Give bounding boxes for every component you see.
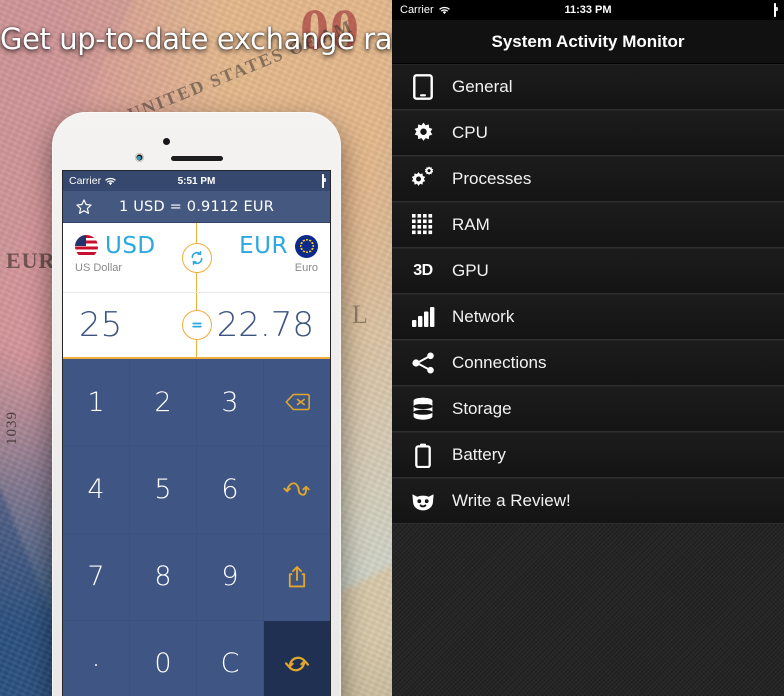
carrier-label: Carrier xyxy=(69,175,102,187)
earpiece-speaker xyxy=(170,156,223,161)
currency-from-name: US Dollar xyxy=(75,262,123,274)
battery-vertical-icon xyxy=(406,441,440,469)
3d-icon: 3D xyxy=(413,262,433,279)
currency-selector-row: USD US Dollar EUR Euro xyxy=(63,223,330,293)
battery-icon xyxy=(774,3,776,17)
currency-from[interactable]: USD US Dollar xyxy=(63,223,197,292)
proximity-sensor-icon xyxy=(134,153,144,162)
memory-grid-icon xyxy=(406,211,440,239)
device-icon xyxy=(406,73,440,101)
sidebar-item-gpu[interactable]: 3D GPU xyxy=(392,248,784,294)
page-title: System Activity Monitor xyxy=(392,20,784,64)
sidebar-item-battery[interactable]: Battery xyxy=(392,432,784,478)
swap-currencies-button[interactable] xyxy=(181,242,212,273)
sidebar-item-network[interactable]: Network xyxy=(392,294,784,340)
sidebar-item-label: General xyxy=(452,77,513,96)
gear-icon xyxy=(406,119,440,147)
key-0[interactable]: 0 xyxy=(130,620,196,696)
key-9[interactable]: 9 xyxy=(197,533,263,620)
share-key[interactable] xyxy=(264,533,330,620)
refresh-icon xyxy=(284,656,310,672)
key-6[interactable]: 6 xyxy=(197,446,263,533)
app-screen: Carrier 5:51 PM 1 USD = 0.9112 EUR USD U… xyxy=(62,170,331,696)
left-promo-panel: 00 UNITED STATES OF AM EUR 1039 L Get up… xyxy=(0,0,392,696)
battery-icon xyxy=(322,174,324,188)
sidebar-item-label: Storage xyxy=(452,399,512,418)
currency-to[interactable]: EUR Euro xyxy=(197,223,331,292)
sidebar-item-label: Battery xyxy=(452,445,506,464)
sidebar-item-label: CPU xyxy=(452,123,488,142)
share-nodes-icon xyxy=(406,349,440,377)
key-5[interactable]: 5 xyxy=(130,446,196,533)
eu-flag-icon xyxy=(295,234,318,258)
sidebar-item-cpu[interactable]: CPU xyxy=(392,110,784,156)
exchange-rate-bar: 1 USD = 0.9112 EUR xyxy=(63,191,330,223)
sidebar-item-label: RAM xyxy=(452,215,490,234)
key-7[interactable]: 7 xyxy=(63,533,129,620)
key-4[interactable]: 4 xyxy=(63,446,129,533)
equals-button[interactable] xyxy=(181,310,212,340)
amount-row: 25 22.78 xyxy=(63,293,330,359)
amount-result[interactable]: 22.78 xyxy=(197,293,331,357)
key-1[interactable]: 1 xyxy=(63,359,129,446)
status-clock: 11:33 PM xyxy=(564,4,612,16)
key-8[interactable]: 8 xyxy=(130,533,196,620)
sidebar-item-label: Connections xyxy=(452,353,547,372)
cat-face-icon xyxy=(406,487,440,515)
sidebar-item-label: GPU xyxy=(452,261,489,280)
key-decimal[interactable]: . xyxy=(63,620,129,696)
currency-to-code: EUR xyxy=(239,233,288,259)
sidebar-item-label: Write a Review! xyxy=(452,491,571,510)
sam-status-bar: Carrier 11:33 PM xyxy=(392,0,784,20)
currency-from-code: USD xyxy=(105,233,156,259)
key-2[interactable]: 2 xyxy=(130,359,196,446)
swap-values-key[interactable] xyxy=(264,446,330,533)
sidebar-item-label: Network xyxy=(452,307,515,326)
banknote-text-eur: EUR xyxy=(6,248,56,273)
key-3[interactable]: 3 xyxy=(197,359,263,446)
database-icon xyxy=(406,395,440,423)
swap-currencies-icon xyxy=(191,250,202,265)
sidebar-item-general[interactable]: General xyxy=(392,64,784,110)
refresh-rates-key[interactable] xyxy=(264,620,330,696)
favorite-star-icon[interactable] xyxy=(63,198,105,216)
promo-headline: Get up-to-date exchange rates xyxy=(0,22,392,56)
iphone-mockup: Carrier 5:51 PM 1 USD = 0.9112 EUR USD U… xyxy=(52,112,341,696)
backspace-icon xyxy=(284,393,310,411)
front-camera-icon xyxy=(162,138,170,145)
gears-icon xyxy=(406,165,440,193)
sam-menu-list: General CPU Processes RAM 3D GPU Network… xyxy=(392,64,784,524)
sidebar-item-connections[interactable]: Connections xyxy=(392,340,784,386)
bar-chart-icon xyxy=(406,303,440,331)
equals-icon xyxy=(191,322,202,328)
numeric-keypad: 1 2 3 4 5 6 7 8 9 . 0 C xyxy=(63,359,330,696)
sidebar-item-processes[interactable]: Processes xyxy=(392,156,784,202)
banknote-text-serial: 1039 xyxy=(4,411,20,445)
wifi-icon xyxy=(105,177,116,185)
share-icon xyxy=(288,565,306,587)
backspace-key[interactable] xyxy=(264,359,330,446)
ios-status-bar: Carrier 5:51 PM xyxy=(63,171,330,191)
system-activity-monitor-panel: Carrier 11:33 PM System Activity Monitor… xyxy=(392,0,784,696)
sidebar-item-ram[interactable]: RAM xyxy=(392,202,784,248)
us-flag-icon xyxy=(75,234,98,258)
amount-input[interactable]: 25 xyxy=(63,293,197,357)
currency-to-name: Euro xyxy=(294,262,318,274)
banknote-text-letter: L xyxy=(352,300,369,329)
sidebar-item-storage[interactable]: Storage xyxy=(392,386,784,432)
key-clear[interactable]: C xyxy=(197,620,263,696)
swap-wave-icon xyxy=(283,482,310,497)
sidebar-item-write-a-review[interactable]: Write a Review! xyxy=(392,478,784,524)
sidebar-item-label: Processes xyxy=(452,169,532,188)
carrier-group: Carrier xyxy=(69,175,116,187)
